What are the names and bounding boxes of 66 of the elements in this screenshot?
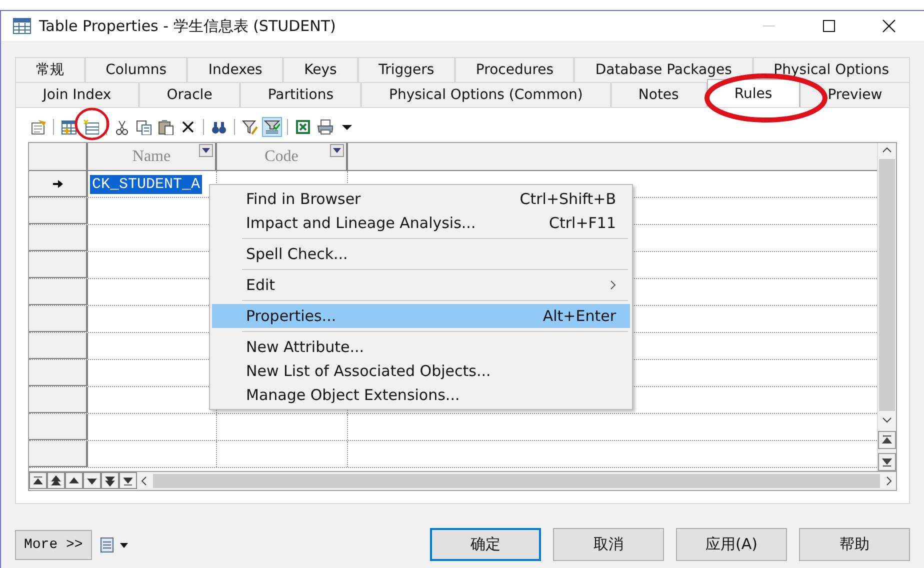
tab[interactable]: 常规	[15, 57, 85, 82]
maximize-icon[interactable]	[822, 19, 836, 33]
table-icon	[13, 18, 31, 34]
insert-row-icon[interactable]	[81, 117, 101, 137]
row-header[interactable]	[29, 333, 88, 359]
tab[interactable]: Columns	[84, 57, 188, 82]
dialog-button[interactable]: 帮助	[799, 528, 910, 561]
row-header[interactable]	[29, 252, 88, 278]
column-dropdown-button[interactable]	[199, 144, 213, 157]
close-icon[interactable]	[882, 19, 896, 33]
vertical-scrollbar[interactable]	[877, 143, 896, 471]
next-row-icon[interactable]	[83, 472, 101, 489]
tab[interactable]: Procedures	[455, 57, 574, 82]
scroll-top-icon	[881, 434, 893, 446]
menu-item[interactable]: Edit	[212, 273, 630, 297]
dialog-button[interactable]: 应用(A)	[676, 528, 787, 561]
tab[interactable]: Triggers	[358, 57, 456, 82]
caret-icon	[202, 148, 210, 153]
caret-icon	[333, 148, 341, 153]
more-button[interactable]: More >>	[15, 530, 92, 560]
menu-item[interactable]: New List of Associated Objects...	[212, 359, 630, 383]
row-header[interactable]	[29, 198, 88, 224]
filter-check-icon[interactable]	[262, 117, 282, 137]
scroll-bottom-icon	[881, 456, 893, 468]
page-up-icon[interactable]	[47, 472, 65, 489]
dialog-button[interactable]: 确定	[430, 528, 541, 561]
menu-item[interactable]: Properties... Alt+Enter	[212, 304, 630, 328]
menu-item[interactable]: Manage Object Extensions...	[212, 383, 630, 407]
row-header[interactable]	[29, 306, 88, 332]
tab[interactable]: Partitions	[240, 82, 362, 107]
row-header[interactable]	[29, 414, 88, 440]
printer-icon[interactable]	[315, 117, 335, 137]
tab[interactable]: Database Packages	[574, 57, 753, 82]
menu-item[interactable]: Impact and Lineage Analysis... Ctrl+F11	[212, 211, 630, 235]
dialog-button[interactable]: 取消	[553, 528, 664, 561]
column-dropdown-button[interactable]	[330, 144, 344, 157]
row-header[interactable]	[29, 387, 88, 413]
tab[interactable]: Join Index	[15, 82, 139, 107]
tab[interactable]: Physical Options	[752, 57, 910, 82]
menu-item[interactable]: Find in Browser Ctrl+Shift+B	[212, 187, 630, 211]
tab[interactable]: Preview	[800, 82, 910, 107]
scroll-top-button[interactable]	[878, 431, 896, 449]
table-cell: CK_STUDENT_A	[90, 174, 202, 194]
scroll-bottom-button[interactable]	[878, 453, 896, 471]
spreadsheet-icon[interactable]	[293, 117, 313, 137]
menu-dropdown[interactable]	[100, 536, 130, 552]
page-down-icon[interactable]	[101, 472, 119, 489]
row-header[interactable]	[29, 225, 88, 251]
menu-item[interactable]: New Attribute...	[212, 335, 630, 359]
paste-icon[interactable]	[156, 117, 176, 137]
tab[interactable]: Notes	[610, 82, 707, 107]
tab[interactable]: Indexes	[187, 57, 284, 82]
row-header[interactable]	[29, 279, 88, 305]
previous-row-icon[interactable]	[65, 472, 83, 489]
horizontal-scrollbar[interactable]	[137, 472, 896, 490]
menu-item[interactable]: Spell Check...	[212, 242, 630, 266]
row-header[interactable]	[29, 171, 88, 197]
tab[interactable]: Keys	[283, 57, 358, 82]
tab[interactable]: Oracle	[138, 82, 240, 107]
first-row-icon[interactable]	[29, 472, 47, 489]
row-header[interactable]	[29, 360, 88, 386]
tab[interactable]: Physical Options (Common)	[361, 82, 611, 107]
window-title: Table Properties - 学生信息表 (STUDENT)	[39, 16, 336, 36]
row-header[interactable]	[29, 441, 88, 467]
last-row-icon[interactable]	[119, 472, 137, 489]
highlight-circle	[73, 106, 111, 142]
